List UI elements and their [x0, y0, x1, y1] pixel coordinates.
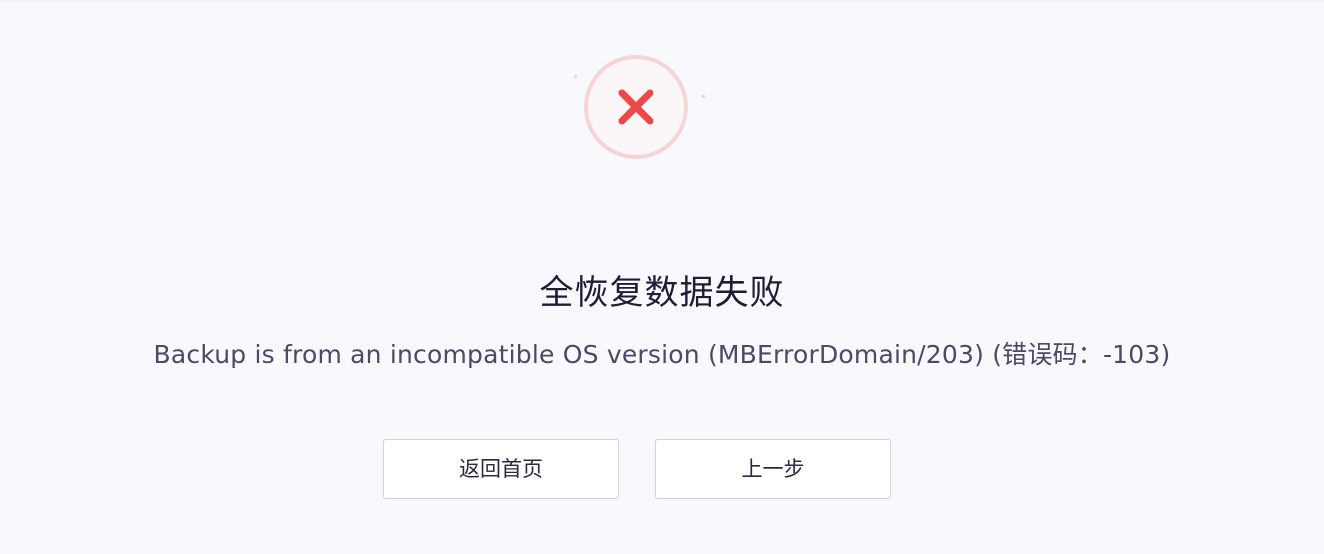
restore-result-page: 全恢复数据失败 Backup is from an incompatible O…	[0, 0, 1324, 554]
return-home-button[interactable]: 返回首页	[383, 439, 619, 499]
decorative-dot	[574, 75, 577, 78]
error-message: Backup is from an incompatible OS versio…	[153, 340, 1171, 369]
error-status	[574, 55, 705, 159]
page-title: 全恢复数据失败	[539, 273, 785, 313]
error-x-icon	[618, 89, 654, 125]
previous-step-button[interactable]: 上一步	[655, 439, 891, 499]
decorative-dot	[702, 95, 705, 98]
